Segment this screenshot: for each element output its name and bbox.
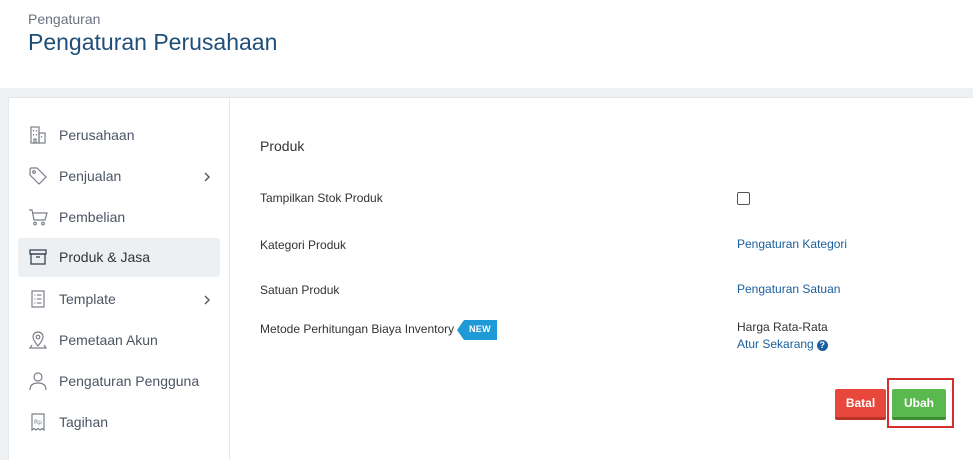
new-badge: NEW bbox=[457, 320, 497, 340]
satuan-produk-label: Satuan Produk bbox=[260, 283, 340, 297]
cart-icon bbox=[28, 207, 48, 227]
chevron-right-icon bbox=[201, 293, 213, 305]
sidebar-item-label: Pengaturan Pengguna bbox=[59, 373, 200, 389]
pengaturan-kategori-link[interactable]: Pengaturan Kategori bbox=[737, 237, 847, 251]
map-pin-icon bbox=[28, 330, 48, 350]
page-header: Pengaturan Pengaturan Perusahaan bbox=[0, 0, 973, 88]
sidebar-item-label: Pemetaan Akun bbox=[59, 332, 158, 348]
new-badge-text: NEW bbox=[469, 324, 491, 334]
page-title: Pengaturan Perusahaan bbox=[28, 29, 278, 55]
produk-settings: Produk Tampilkan Stok Produk Kategori Pr… bbox=[230, 98, 973, 460]
sidebar-item-perusahaan[interactable]: Perusahaan bbox=[18, 116, 220, 155]
settings-panel: Perusahaan Penjualan Pembelian Produk & … bbox=[8, 97, 973, 460]
sidebar-item-label: Perusahaan bbox=[59, 127, 135, 143]
sidebar-item-tagihan[interactable]: Rp Tagihan bbox=[18, 403, 220, 442]
sidebar-item-pembelian[interactable]: Pembelian bbox=[18, 198, 220, 237]
sidebar-item-pengaturan-pengguna[interactable]: Pengaturan Pengguna bbox=[18, 362, 220, 401]
chevron-right-icon bbox=[201, 170, 213, 182]
kategori-produk-label: Kategori Produk bbox=[260, 238, 347, 252]
metode-biaya-value: Harga Rata-Rata bbox=[737, 320, 828, 334]
user-icon bbox=[28, 371, 48, 391]
box-icon bbox=[28, 247, 48, 267]
receipt-icon: Rp bbox=[28, 412, 48, 432]
sidebar-item-label: Produk & Jasa bbox=[59, 249, 151, 265]
sidebar-item-produk-jasa[interactable]: Produk & Jasa bbox=[18, 238, 220, 277]
sidebar-item-template[interactable]: Template bbox=[18, 280, 220, 319]
section-title: Produk bbox=[260, 138, 305, 154]
tag-icon bbox=[28, 166, 48, 186]
metode-biaya-label: Metode Perhitungan Biaya Inventory bbox=[260, 322, 455, 336]
sidebar-item-label: Penjualan bbox=[59, 168, 122, 184]
pengaturan-satuan-link[interactable]: Pengaturan Satuan bbox=[737, 282, 840, 296]
sidebar-item-penjualan[interactable]: Penjualan bbox=[18, 157, 220, 196]
sidebar-item-label: Template bbox=[59, 291, 116, 307]
atur-sekarang-label: Atur Sekarang bbox=[737, 337, 814, 351]
atur-sekarang-link[interactable]: Atur Sekarang? bbox=[737, 337, 828, 351]
svg-text:Rp: Rp bbox=[34, 419, 42, 426]
sidebar-item-pemetaan-akun[interactable]: Pemetaan Akun bbox=[18, 321, 220, 360]
breadcrumb[interactable]: Pengaturan bbox=[28, 11, 100, 27]
settings-sidebar: Perusahaan Penjualan Pembelian Produk & … bbox=[9, 98, 230, 460]
highlight-box bbox=[887, 378, 954, 428]
sidebar-item-label: Pembelian bbox=[59, 209, 126, 225]
building-icon bbox=[28, 125, 48, 145]
sidebar-item-label: Tagihan bbox=[59, 414, 109, 430]
question-circle-icon[interactable]: ? bbox=[816, 340, 828, 351]
cancel-button[interactable]: Batal bbox=[835, 389, 886, 420]
document-icon bbox=[28, 289, 48, 309]
tampilkan-stok-checkbox[interactable] bbox=[737, 192, 750, 205]
tampilkan-stok-label: Tampilkan Stok Produk bbox=[260, 191, 383, 205]
